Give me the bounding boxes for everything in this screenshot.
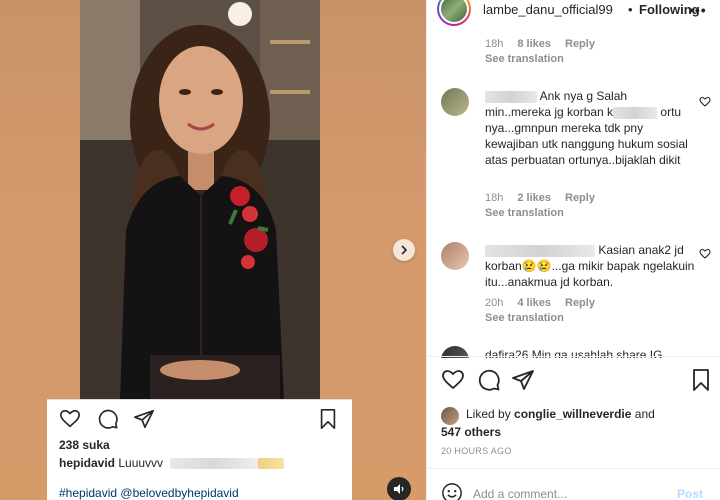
more-options-button[interactable]: ••• xyxy=(689,2,707,18)
chevron-right-icon xyxy=(401,245,408,255)
embedded-post-card: 238 suka hepidavid Luuuvvv #hepidavid @b… xyxy=(47,399,352,500)
comment-time: 18h xyxy=(485,38,504,50)
reply-button[interactable]: Reply xyxy=(565,297,595,309)
redacted-username xyxy=(485,244,595,257)
others-count[interactable]: 547 others xyxy=(441,425,501,439)
embedded-caption-user[interactable]: hepidavid xyxy=(59,456,115,470)
commenter-avatar[interactable] xyxy=(441,242,469,270)
comment-icon[interactable] xyxy=(97,408,119,430)
divider xyxy=(427,468,720,469)
comment-input[interactable] xyxy=(473,485,663,500)
comment-meta: 18h 8 likes Reply xyxy=(485,38,595,50)
redacted-text xyxy=(170,458,259,470)
embedded-likes-count: 238 suka xyxy=(59,438,110,452)
bookmark-icon[interactable] xyxy=(317,408,339,430)
next-media-button[interactable] xyxy=(393,239,415,261)
heart-icon[interactable] xyxy=(441,368,465,392)
comment-meta: 18h 2 likes Reply xyxy=(485,192,595,204)
liker-username[interactable]: conglie_willneverdie xyxy=(514,407,631,421)
heart-icon[interactable] xyxy=(59,408,81,430)
redacted-text xyxy=(613,106,658,119)
see-translation-link[interactable]: See translation xyxy=(485,207,564,219)
comment-likes[interactable]: 2 likes xyxy=(517,192,551,204)
reply-button[interactable]: Reply xyxy=(565,192,595,204)
commenter-avatar[interactable] xyxy=(441,88,469,116)
comment-text: Kasian anak2 jd korban😢😢...ga mikir bapa… xyxy=(485,243,695,289)
send-icon[interactable] xyxy=(511,368,535,392)
heart-icon[interactable] xyxy=(699,248,711,260)
embedded-post-actions xyxy=(59,408,344,432)
post-media: 238 suka hepidavid Luuuvvv #hepidavid @b… xyxy=(0,0,426,500)
post-actions xyxy=(427,368,720,394)
post-header: lambe_danu_official99 • Following ••• xyxy=(427,0,720,26)
embedded-caption-text: Luuuvvv xyxy=(118,456,164,470)
bookmark-icon[interactable] xyxy=(689,368,713,392)
author-username[interactable]: lambe_danu_official99 xyxy=(483,2,613,17)
speaker-icon xyxy=(394,484,404,494)
portrait-illustration xyxy=(80,0,320,400)
comment-meta: 20h 4 likes Reply xyxy=(485,297,595,309)
liker-avatar[interactable] xyxy=(441,407,459,425)
post-timestamp[interactable]: 20 HOURS AGO xyxy=(441,446,512,456)
comment-likes[interactable]: 4 likes xyxy=(517,297,551,309)
see-translation-link[interactable]: See translation xyxy=(485,312,564,324)
post-photo xyxy=(80,0,320,400)
comment-text: Ank nya g Salah min..mereka jg korban k … xyxy=(485,89,688,167)
sound-toggle-button[interactable] xyxy=(387,477,411,500)
post-comment-button[interactable]: Post xyxy=(677,487,703,500)
embedded-caption: hepidavid Luuuvvv xyxy=(59,456,285,470)
send-icon[interactable] xyxy=(133,408,155,430)
author-avatar[interactable] xyxy=(437,0,471,26)
header-separator: • xyxy=(628,2,633,17)
heart-icon[interactable] xyxy=(699,96,711,108)
comment-icon[interactable] xyxy=(477,368,501,392)
redacted-emoji xyxy=(258,458,285,470)
divider xyxy=(427,356,720,357)
see-translation-link[interactable]: See translation xyxy=(485,53,564,65)
embedded-hashtags[interactable]: #hepidavid @belovedbyhepidavid xyxy=(59,486,239,500)
liked-by-summary: Liked by conglie_willneverdie and 547 ot… xyxy=(441,407,655,439)
reply-button[interactable]: Reply xyxy=(565,38,595,50)
post-side-panel: lambe_danu_official99 • Following ••• 18… xyxy=(426,0,720,500)
redacted-username xyxy=(485,90,537,103)
smiley-icon[interactable] xyxy=(441,482,463,500)
comment-likes[interactable]: 8 likes xyxy=(517,38,551,50)
comments-list[interactable]: 18h 8 likes Reply See translation Ank nya … xyxy=(427,30,720,358)
